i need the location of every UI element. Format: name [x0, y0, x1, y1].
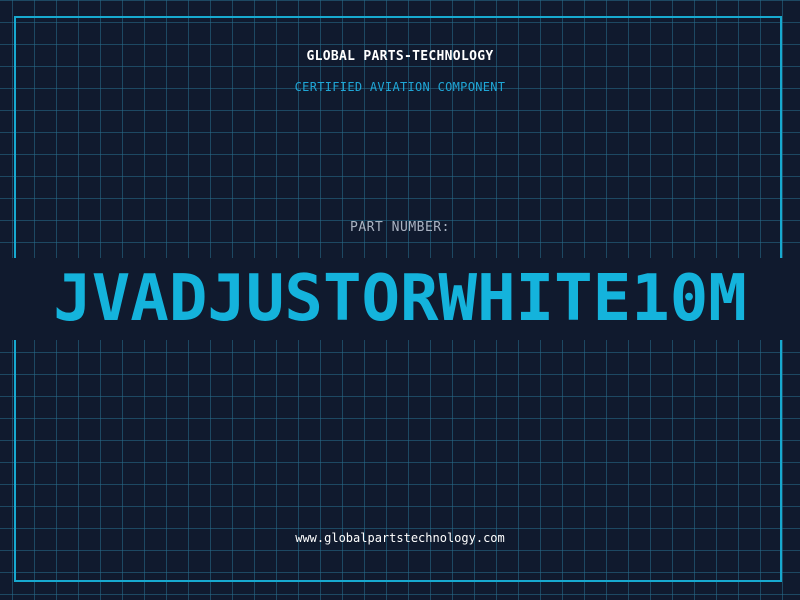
part-label-card: GLOBAL PARTS-TECHNOLOGY CERTIFIED AVIATI… — [0, 0, 800, 600]
part-number-label: PART NUMBER: — [350, 220, 450, 235]
part-number-value: JVADJUSTORWHITE10M — [53, 262, 747, 336]
company-name: GLOBAL PARTS-TECHNOLOGY — [306, 49, 494, 64]
website-url[interactable]: www.globalpartstechnology.com — [0, 531, 800, 545]
certification-subtitle: CERTIFIED AVIATION COMPONENT — [294, 80, 506, 94]
